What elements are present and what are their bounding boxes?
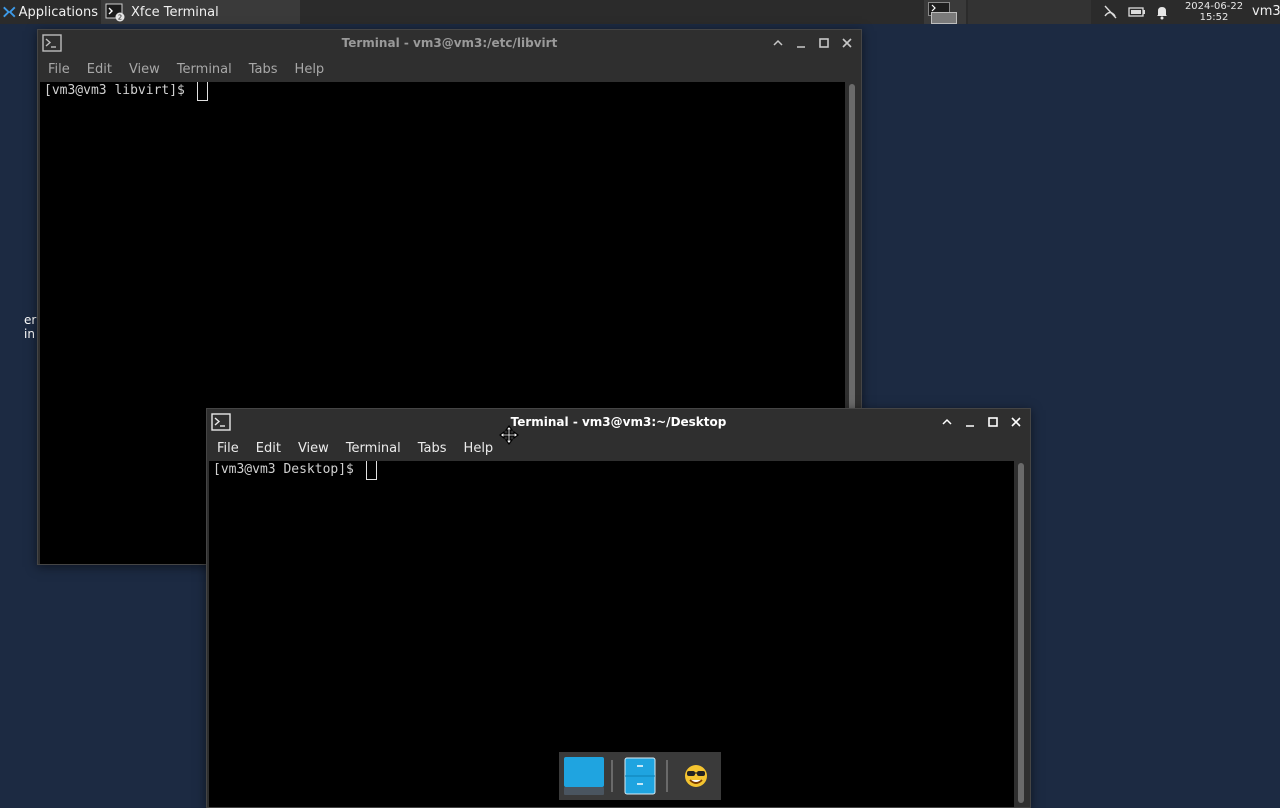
desktop-icon-label[interactable]: er in xyxy=(24,313,36,341)
window-titlebar[interactable]: Terminal - vm3@vm3:/etc/libvirt xyxy=(38,30,861,56)
menu-edit[interactable]: Edit xyxy=(256,441,281,456)
move-cursor-icon xyxy=(499,425,519,445)
menu-view[interactable]: View xyxy=(129,62,160,77)
dock-separator xyxy=(666,760,668,792)
chevron-up-icon xyxy=(942,418,952,425)
window-title: Terminal - vm3@vm3:~/Desktop xyxy=(510,415,727,429)
taskbar-item-label: Xfce Terminal xyxy=(131,4,219,20)
shell-prompt: [vm3@vm3 Desktop]$ xyxy=(213,462,354,477)
menu-help[interactable]: Help xyxy=(295,62,325,77)
file-manager-icon xyxy=(624,757,656,795)
menu-tabs[interactable]: Tabs xyxy=(418,441,447,456)
shade-button[interactable] xyxy=(938,413,956,431)
menu-file[interactable]: File xyxy=(48,62,70,77)
applications-menu[interactable]: Applications xyxy=(0,0,98,24)
text-cursor xyxy=(365,461,377,480)
menu-tabs[interactable]: Tabs xyxy=(249,62,278,77)
maximize-button[interactable] xyxy=(815,34,833,52)
minimize-icon xyxy=(966,425,974,427)
workspace-2[interactable] xyxy=(968,0,1091,24)
window-titlebar[interactable]: Terminal - vm3@vm3:~/Desktop xyxy=(207,409,1030,435)
menu-view[interactable]: View xyxy=(298,441,329,456)
minimize-button[interactable] xyxy=(961,413,979,431)
maximize-icon xyxy=(819,38,829,48)
menu-terminal[interactable]: Terminal xyxy=(346,441,401,456)
top-panel: Applications 2 Xfce Terminal 2024-06-22 … xyxy=(0,0,1280,24)
user-menu[interactable]: vm3 xyxy=(1252,0,1280,24)
shell-prompt: [vm3@vm3 libvirt]$ xyxy=(44,83,185,98)
file-manager-launcher[interactable] xyxy=(623,756,657,796)
workspace-icon xyxy=(564,757,604,795)
menubar: File Edit View Terminal Tabs Help xyxy=(207,435,1030,461)
minimize-icon xyxy=(797,46,805,48)
chevron-up-icon xyxy=(773,39,783,46)
applications-label: Applications xyxy=(18,4,98,20)
menu-terminal[interactable]: Terminal xyxy=(177,62,232,77)
system-tray xyxy=(1100,0,1180,24)
menu-file[interactable]: File xyxy=(217,441,239,456)
close-button[interactable] xyxy=(1007,413,1025,431)
xfce-logo-icon xyxy=(3,6,16,18)
prompt-line: [vm3@vm3 Desktop]$ xyxy=(213,461,1010,480)
notification-bell-icon[interactable] xyxy=(1154,4,1170,20)
menu-help[interactable]: Help xyxy=(464,441,494,456)
close-icon xyxy=(842,38,852,48)
taskbar-item-terminal[interactable]: 2 Xfce Terminal xyxy=(101,0,300,24)
clock-time: 15:52 xyxy=(1199,12,1229,23)
scrollbar-thumb[interactable] xyxy=(1018,463,1024,803)
terminal-group-icon: 2 xyxy=(105,2,125,22)
network-disconnected-icon[interactable] xyxy=(1102,4,1118,20)
prompt-line: [vm3@vm3 libvirt]$ xyxy=(44,82,841,101)
emoji-icon xyxy=(685,765,707,787)
maximize-icon xyxy=(988,417,998,427)
menubar: File Edit View Terminal Tabs Help xyxy=(38,56,861,82)
text-cursor xyxy=(196,82,208,101)
emoji-launcher[interactable] xyxy=(679,756,713,796)
menu-edit[interactable]: Edit xyxy=(87,62,112,77)
maximize-button[interactable] xyxy=(984,413,1002,431)
window-title: Terminal - vm3@vm3:/etc/libvirt xyxy=(341,36,558,50)
minimize-button[interactable] xyxy=(792,34,810,52)
clock-date: 2024-06-22 xyxy=(1184,1,1244,12)
scrollbar[interactable] xyxy=(1015,461,1027,807)
workspace-window-preview xyxy=(931,12,957,24)
show-desktop-launcher[interactable] xyxy=(563,756,605,796)
shade-button[interactable] xyxy=(769,34,787,52)
dock-separator xyxy=(611,760,613,792)
close-button[interactable] xyxy=(838,34,856,52)
workspace-switcher[interactable] xyxy=(924,0,966,24)
dock xyxy=(559,752,721,800)
svg-text:2: 2 xyxy=(118,14,122,22)
close-icon xyxy=(1011,417,1021,427)
terminal-window-desktop[interactable]: Terminal - vm3@vm3:~/Desktop File Edit V… xyxy=(206,408,1031,808)
clock[interactable]: 2024-06-22 15:52 xyxy=(1182,0,1246,24)
battery-icon[interactable] xyxy=(1128,4,1145,20)
